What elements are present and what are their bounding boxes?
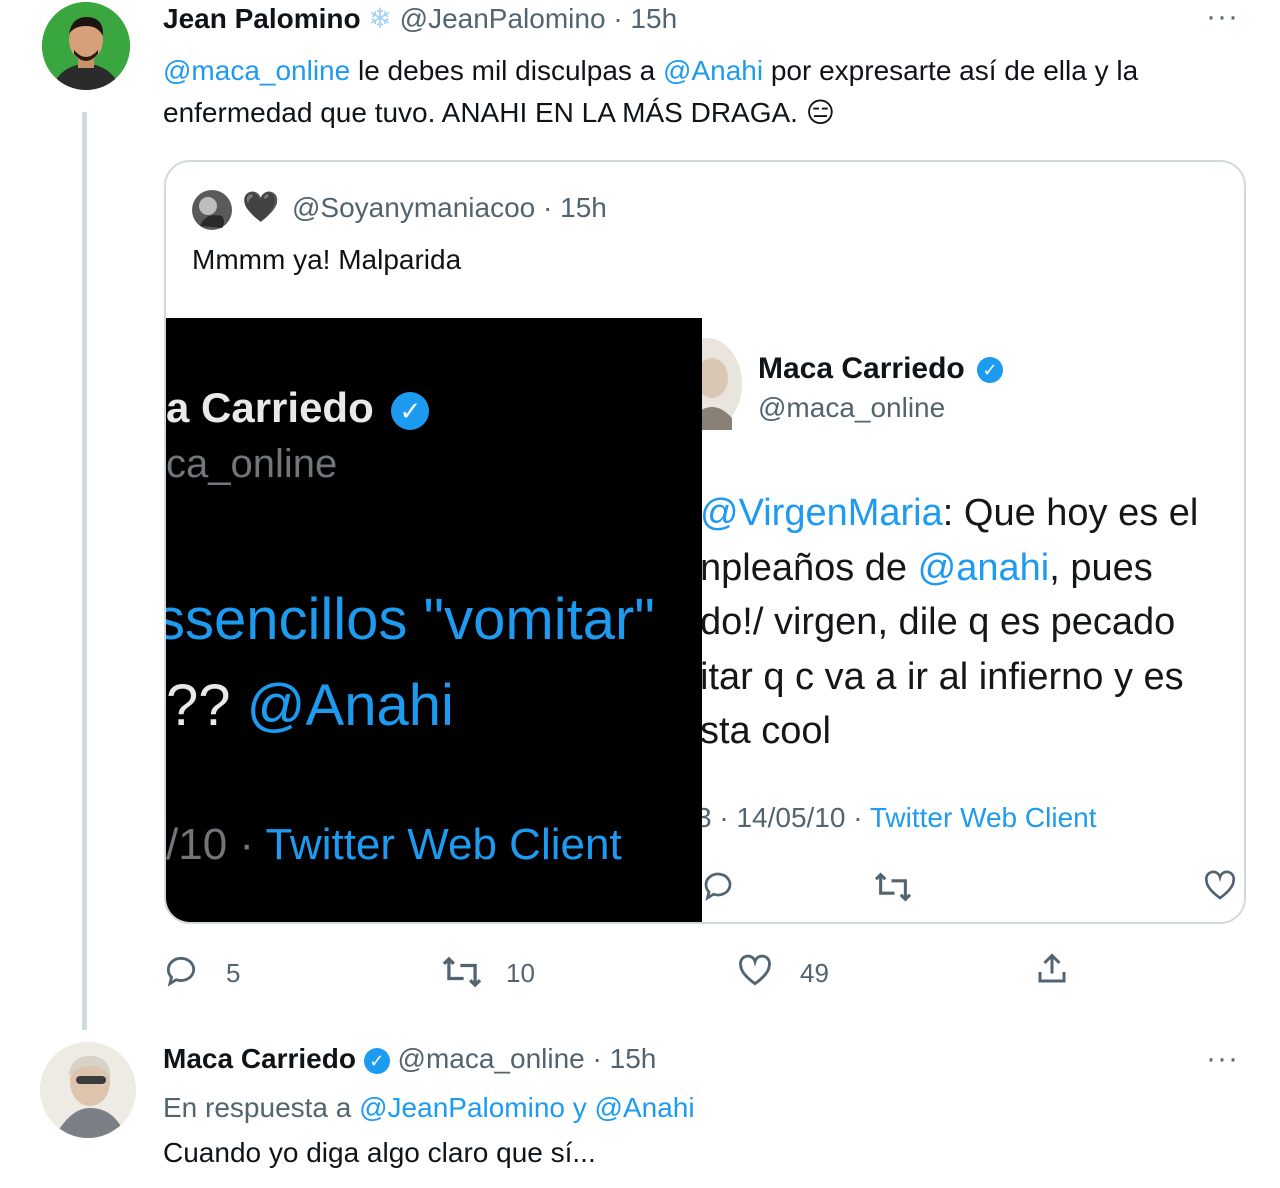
- black-heart-icon: 🖤: [242, 191, 280, 224]
- screenshot-avatar: [702, 338, 742, 430]
- separator: ·: [543, 192, 553, 223]
- tweet2-header: Maca Carriedo ✓ @maca_online · 15h: [163, 1043, 656, 1075]
- like-button[interactable]: 49: [736, 950, 936, 994]
- more-options-icon[interactable]: ···: [1206, 1042, 1239, 1076]
- screenshot-name: Maca Carriedo ✓: [758, 352, 1004, 386]
- avatar-photo: [40, 1042, 136, 1138]
- mention-anahi[interactable]: @Anahi: [663, 55, 763, 86]
- expressionless-emoji-icon: 😑: [805, 97, 835, 128]
- display-name[interactable]: Jean Palomino: [163, 3, 361, 34]
- quoted-media-light-screenshot[interactable]: Maca Carriedo ✓ @maca_online @VirgenMari…: [702, 318, 1244, 922]
- screenshot-body: @VirgenMaria: Que hoy es el npleaños de …: [702, 492, 1199, 752]
- timestamp[interactable]: 15h: [630, 3, 677, 34]
- retweet-icon: [442, 956, 482, 988]
- separator: ·: [613, 3, 623, 34]
- verified-badge-icon: ✓: [977, 357, 1004, 384]
- tweet2-text: Cuando yo diga algo claro que sí...: [163, 1137, 596, 1168]
- thread-connector-line: [82, 112, 87, 1030]
- tweet-text-part: le debes mil disculpas a: [350, 55, 664, 86]
- screenshot-line: ?? @Anahi: [166, 673, 454, 738]
- separator: ·: [592, 1043, 602, 1074]
- screenshot-footer: 3 · 14/05/10 · Twitter Web Client: [702, 802, 1097, 833]
- screenshot-handle: @maca_online: [758, 392, 946, 423]
- handle[interactable]: @maca_online: [398, 1043, 585, 1074]
- avatar-maca-carriedo[interactable]: [40, 1042, 136, 1138]
- reply-icon: [704, 872, 732, 901]
- handle[interactable]: @JeanPalomino: [400, 3, 606, 34]
- more-options-icon[interactable]: ···: [1206, 0, 1239, 34]
- quoted-handle[interactable]: @Soyanymaniacoo: [292, 192, 535, 223]
- screenshot-footer: /10 · Twitter Web Client: [166, 820, 622, 869]
- verified-badge-icon: ✓: [391, 391, 430, 430]
- quoted-avatar[interactable]: [192, 190, 232, 230]
- heart-icon: [739, 954, 771, 986]
- retweet-button[interactable]: 10: [440, 950, 640, 994]
- share-icon[interactable]: [1034, 950, 1070, 988]
- like-count: 49: [800, 958, 829, 988]
- quoted-header: @Soyanymaniacoo · 15h: [292, 192, 607, 224]
- screenshot-line: ssencillos "vomitar": [166, 587, 655, 652]
- screenshot-handle: ca_online: [166, 442, 338, 486]
- reply-prefix: En respuesta a: [163, 1092, 360, 1123]
- reply-mentions[interactable]: @JeanPalomino y @Anahi: [359, 1092, 694, 1123]
- heart-icon: [1204, 870, 1236, 900]
- retweet-icon: [874, 872, 912, 902]
- quoted-media-dark-screenshot[interactable]: a Carriedo ✓ ca_online ssencillos "vomit…: [166, 318, 702, 922]
- quoted-text: Mmmm ya! Malparida: [192, 244, 462, 275]
- mention-maca-online[interactable]: @maca_online: [163, 55, 350, 86]
- reply-icon: [166, 956, 196, 987]
- reply-button[interactable]: 5: [162, 950, 362, 994]
- mention-anahi: @Anahi: [246, 673, 454, 738]
- tweet1-text: @maca_online le debes mil disculpas a @A…: [163, 50, 1233, 134]
- display-name[interactable]: Maca Carriedo: [163, 1043, 356, 1074]
- screenshot-name: a Carriedo ✓: [166, 384, 430, 432]
- verified-badge-icon: ✓: [363, 1047, 390, 1074]
- avatar-jean-palomino[interactable]: [42, 2, 130, 90]
- quoted-tweet-card[interactable]: 🖤 @Soyanymaniacoo · 15h Mmmm ya! Malpari…: [164, 160, 1246, 924]
- reply-count: 5: [226, 958, 241, 988]
- quoted-timestamp[interactable]: 15h: [560, 192, 607, 223]
- snowflake-icon: ❄: [368, 3, 392, 34]
- tweet1-header: Jean Palomino ❄ @JeanPalomino · 15h: [163, 2, 677, 35]
- timestamp[interactable]: 15h: [610, 1043, 657, 1074]
- reply-context: En respuesta a @JeanPalomino y @Anahi: [163, 1092, 695, 1124]
- avatar-photo: [42, 2, 130, 90]
- retweet-count: 10: [506, 958, 535, 988]
